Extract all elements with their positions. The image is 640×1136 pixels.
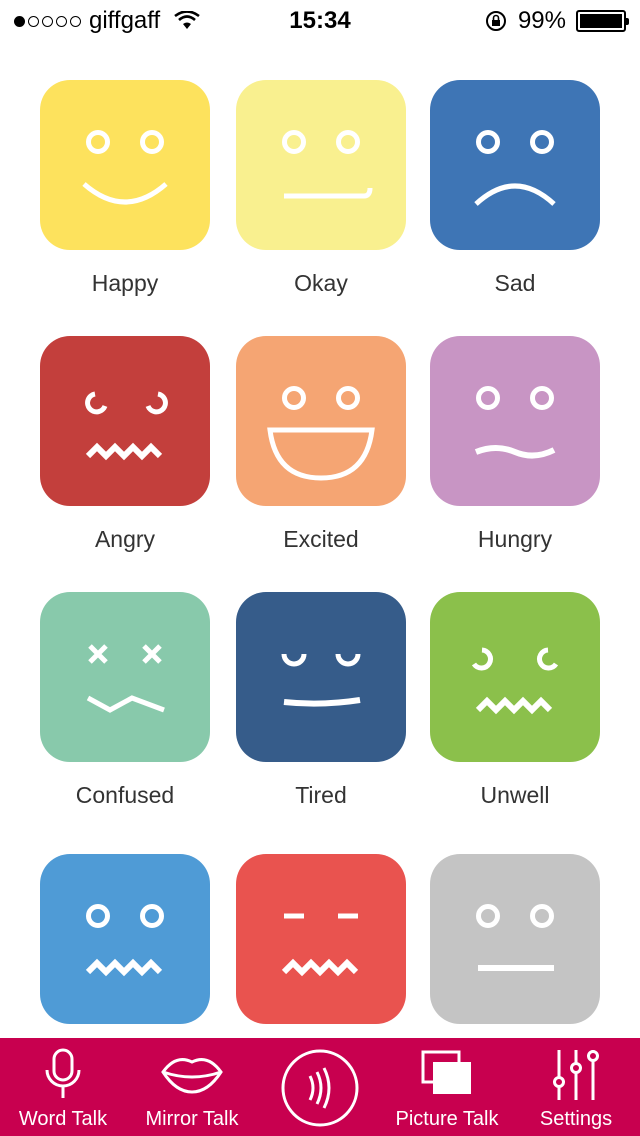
neutral-face-icon [476,904,554,971]
mood-label: Hungry [477,526,553,552]
mood-label: Unwell [480,782,550,808]
tab-label: Word Talk [18,1108,108,1130]
mood-tile-neutral[interactable] [430,854,600,1024]
tab-mirror-talk[interactable]: Mirror Talk [126,1038,258,1136]
mood-tile-angry[interactable] [40,336,210,506]
nervous-face-icon [85,904,164,977]
mood-label: Sad [494,270,536,296]
tab-label: Settings [539,1108,613,1130]
mood-tile-hungry[interactable] [430,336,600,506]
pictures-icon [421,1050,471,1094]
mood-tile-nervous[interactable] [40,854,210,1024]
mood-tile-sad[interactable] [430,80,600,250]
happy-face-icon [82,130,168,205]
mood-label: Excited [283,526,359,552]
lips-icon [161,1058,223,1094]
battery-percent: 99% [517,7,566,34]
mood-tile-confused[interactable] [40,592,210,762]
microphone-icon [45,1048,81,1098]
tab-label: Picture Talk [395,1108,499,1130]
tab-settings[interactable]: Settings [512,1038,640,1136]
speak-waves-icon [281,1049,359,1127]
mood-label: Happy [91,270,159,296]
tab-picture-talk[interactable]: Picture Talk [382,1038,512,1136]
confused-face-icon [86,644,165,713]
tab-word-talk[interactable]: Word Talk [0,1038,126,1136]
mood-tile-tired[interactable] [236,592,406,762]
mood-tile-okay[interactable] [236,80,406,250]
mood-tile-happy[interactable] [40,80,210,250]
mood-label: Tired [295,782,347,808]
mood-tile-unwell[interactable] [430,592,600,762]
tab-bar: Word Talk Mirror Talk Picture Talk Setti… [0,1038,640,1136]
unwell-face-icon [471,647,559,715]
mood-label: Confused [75,782,175,808]
status-bar: giffgaff 15:34 99% [0,0,640,40]
sad-face-icon [474,130,556,206]
sliders-icon [553,1050,599,1100]
okay-face-icon [282,130,373,199]
tab-label: Mirror Talk [145,1108,239,1130]
mood-tile-annoyed[interactable] [236,854,406,1024]
mood-tile-excited[interactable] [236,336,406,506]
speak-button[interactable] [280,1048,360,1128]
mood-label: Okay [294,270,348,296]
excited-face-icon [267,386,375,481]
rotation-lock-icon [485,11,506,31]
hungry-face-icon [474,386,556,459]
annoyed-face-icon [281,913,359,977]
battery-icon [576,10,629,32]
tired-face-icon [281,653,361,707]
mood-label: Angry [94,526,156,552]
angry-face-icon [85,391,168,461]
